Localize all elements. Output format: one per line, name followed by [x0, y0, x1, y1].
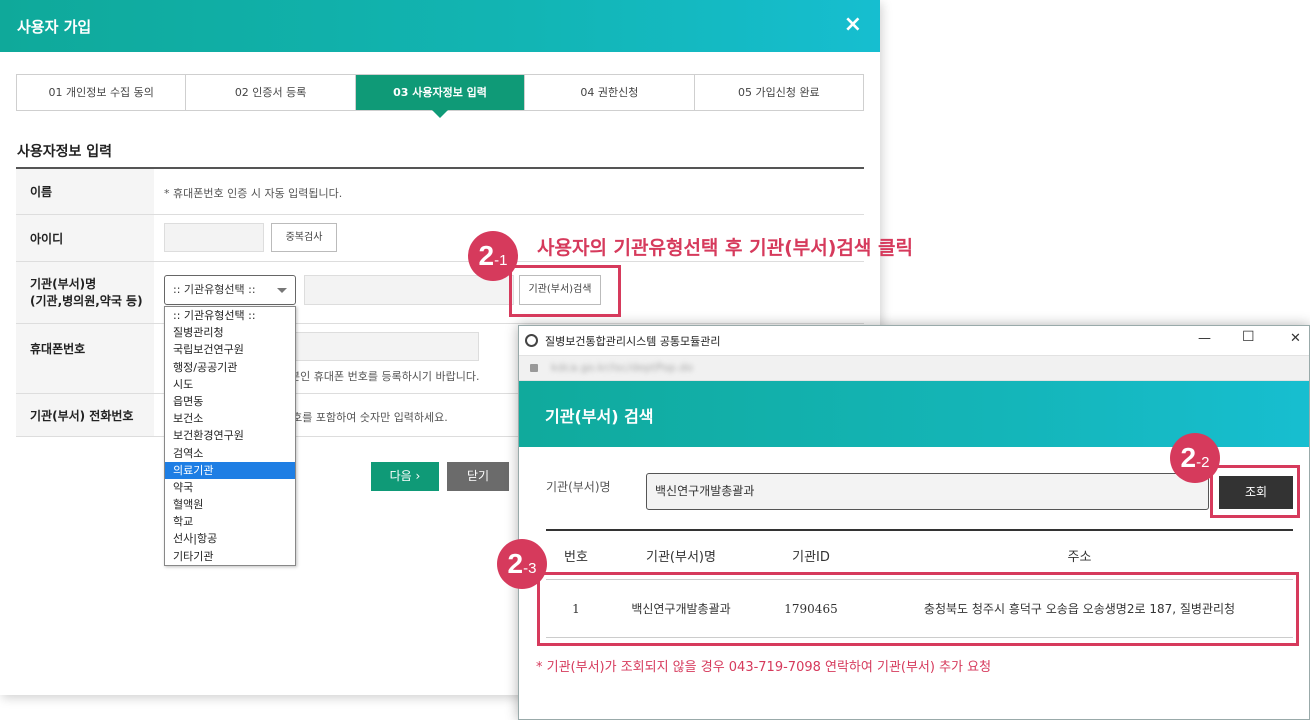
org-type-select[interactable]: :: 기관유형선택 :: — [164, 275, 296, 305]
popup-title: 기관(부서) 검색 — [545, 407, 654, 426]
id-check-button[interactable]: 중복검사 — [271, 223, 337, 252]
popup-url: kdca.go.kr/isc/deptPop.do — [551, 361, 694, 374]
org-label-sub: (기관,병의원,약국 등) — [30, 293, 143, 308]
annotation-instruction: 사용자의 기관유형선택 후 기관(부서)검색 클릭 — [537, 237, 913, 259]
name-label: 이름 — [16, 169, 154, 214]
popup-note: * 기관(부서)가 조회되지 않을 경우 043-719-7098 연락하여 기… — [536, 660, 992, 675]
phone-input[interactable] — [284, 332, 479, 361]
lock-icon — [530, 364, 538, 372]
org-name-input[interactable] — [304, 275, 514, 305]
highlight-search-button — [1210, 465, 1300, 518]
org-search-input[interactable]: 백신연구개발총괄과 — [646, 473, 1209, 510]
search-label: 기관(부서)명 — [546, 480, 611, 494]
step-04-permission: 04 권한신청 — [525, 75, 695, 110]
org-search-popup: 질병보건통합관리시스템 공통모듈관리 — ☐ ✕ kdca.go.kr/isc/… — [518, 325, 1310, 720]
form-row-org: 기관(부서)명 (기관,병의원,약국 등) :: 기관유형선택 :: 기관(부서… — [16, 262, 864, 324]
dropdown-option[interactable]: 선사|항공 — [165, 530, 295, 547]
window-close-icon[interactable]: ✕ — [1290, 331, 1301, 346]
dropdown-option[interactable]: 읍면동 — [165, 393, 295, 410]
step-02-certificate: 02 인증서 등록 — [186, 75, 356, 110]
phone-note: 본인 휴대폰 번호를 등록하시기 바랍니다. — [290, 370, 480, 383]
next-button[interactable]: 다음 › — [371, 462, 439, 491]
dropdown-option[interactable]: 시도 — [165, 376, 295, 393]
dropdown-option[interactable]: 학교 — [165, 513, 295, 530]
step-05-complete: 05 가입신청 완료 — [694, 75, 864, 110]
dropdown-option[interactable]: 기타기관 — [165, 548, 295, 565]
maximize-icon[interactable]: ☐ — [1242, 329, 1255, 345]
highlight-result-row — [537, 572, 1299, 646]
minimize-icon[interactable]: — — [1198, 331, 1211, 346]
close-button[interactable]: 닫기 — [447, 462, 509, 491]
callout-step-2-1: 2-1 — [468, 231, 518, 281]
dropdown-option[interactable]: 보건환경연구원 — [165, 427, 295, 444]
chevron-down-icon — [277, 288, 287, 293]
tel-note: 번호를 포함하여 숫자만 입력하세요. — [282, 411, 448, 424]
dropdown-option[interactable]: 검역소 — [165, 445, 295, 462]
name-note: * 휴대폰번호 인증 시 자동 입력됩니다. — [164, 187, 343, 200]
step-01-privacy-consent: 01 개인정보 수집 동의 — [17, 75, 187, 110]
highlight-org-search — [509, 265, 621, 317]
popup-window-title: 질병보건통합관리시스템 공통모듈관리 — [545, 335, 721, 348]
popup-titlebar: 질병보건통합관리시스템 공통모듈관리 — ☐ ✕ — [519, 326, 1309, 355]
step-03-user-info: 03 사용자정보 입력 — [355, 75, 526, 118]
dialog-title: 사용자 가입 — [17, 18, 92, 36]
dropdown-option[interactable]: 행정/공공기관 — [165, 359, 295, 376]
dropdown-option[interactable]: 혈액원 — [165, 496, 295, 513]
id-label: 아이디 — [16, 215, 154, 261]
id-input[interactable] — [164, 223, 264, 252]
dropdown-option[interactable]: 약국 — [165, 479, 295, 496]
dropdown-option[interactable]: 질병관리청 — [165, 324, 295, 341]
form-row-name: 이름 * 휴대폰번호 인증 시 자동 입력됩니다. — [16, 169, 864, 215]
org-type-dropdown-list: :: 기관유형선택 :: 질병관리청 국립보건연구원 행정/공공기관 시도 읍면동 보건소 보… — [164, 306, 296, 566]
signup-steps: 01 개인정보 수집 동의 02 인증서 등록 03 사용자정보 입력 04 권… — [16, 74, 864, 118]
dropdown-option[interactable]: 의료기관 — [165, 461, 295, 479]
org-label: 기관(부서)명 — [30, 276, 97, 291]
section-title: 사용자정보 입력 — [17, 144, 113, 160]
callout-step-2-2: 2-2 — [1170, 433, 1220, 483]
dropdown-option[interactable]: 보건소 — [165, 410, 295, 427]
dropdown-option[interactable]: :: 기관유형선택 :: — [165, 307, 295, 324]
org-select-value: :: 기관유형선택 :: — [173, 283, 256, 296]
dialog-header: 사용자 가입 × — [0, 0, 880, 52]
tel-label: 기관(부서) 전화번호 — [16, 394, 154, 436]
close-icon[interactable]: × — [844, 12, 862, 38]
callout-step-2-3: 2-3 — [497, 539, 547, 589]
phone-label: 휴대폰번호 — [16, 324, 154, 393]
dropdown-option[interactable]: 국립보건연구원 — [165, 341, 295, 358]
globe-icon — [525, 334, 538, 347]
address-bar[interactable]: kdca.go.kr/isc/deptPop.do — [519, 355, 1309, 381]
